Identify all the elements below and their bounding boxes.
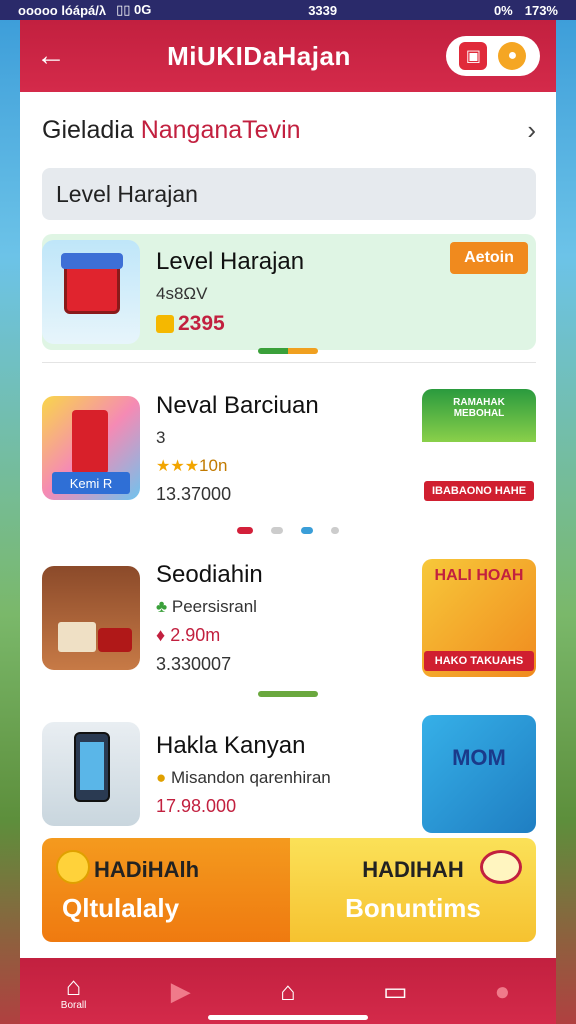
item-subtitle: 4s8ΩV bbox=[156, 284, 208, 303]
item-subtitle-text: Peersisranl bbox=[171, 597, 257, 616]
promo-label: IBABAONO HAHE bbox=[424, 481, 534, 501]
room-thumbnail bbox=[42, 566, 140, 670]
profile-icon: ● bbox=[494, 976, 511, 1006]
phone-thumbnail bbox=[42, 722, 140, 826]
promo-banner[interactable]: MOM bbox=[422, 715, 536, 833]
status-icons: ▯▯ 0G bbox=[116, 2, 152, 17]
item-subtitle: 3 bbox=[156, 427, 166, 447]
phone-icon bbox=[74, 732, 110, 802]
bonus-left-subtitle: Qltulalaly bbox=[62, 892, 180, 923]
status-bar: ooooo lóápá/λ ▯▯ 0G 3339 0% 173% bbox=[0, 0, 576, 20]
app-screen: ← MiUKIDaHajan ▣ ● Gieladia NanganaTevin… bbox=[20, 20, 556, 1024]
promo-top-text: HALI HOAH bbox=[434, 567, 524, 584]
gift-box-thumbnail bbox=[42, 240, 140, 344]
action-button[interactable]: Aetoin bbox=[450, 242, 528, 274]
bonus-right-title: HADIHAH bbox=[362, 856, 464, 882]
level-search-field[interactable]: Level Harajan bbox=[42, 168, 536, 220]
app-header: ← MiUKIDaHajan ▣ ● bbox=[20, 20, 556, 92]
tab-play[interactable]: ▶ bbox=[151, 977, 211, 1005]
item-subtitle: ● Misandon qarenhiran bbox=[156, 768, 422, 788]
red-box-icon bbox=[72, 410, 108, 474]
promo-label: HAKO TAKUAHS bbox=[424, 651, 534, 671]
item-subtitle: ♣ Peersisranl bbox=[156, 597, 422, 617]
item-subtitle-text: Misandon qarenhiran bbox=[171, 767, 331, 787]
section-header[interactable]: Gieladia NanganaTevin › bbox=[20, 92, 556, 168]
coin-icon: ● bbox=[156, 767, 167, 787]
pagination-dots bbox=[20, 525, 556, 535]
tab-house[interactable]: ⌂ bbox=[258, 977, 318, 1005]
promo-banner[interactable]: RAMAHAK MEBOHAL IBABAONO HAHE bbox=[422, 389, 536, 507]
red-box-thumbnail: Kemi R bbox=[42, 396, 140, 500]
item-name: Seodiahin bbox=[156, 561, 263, 588]
item-name: Neval Barciuan bbox=[156, 391, 319, 419]
item-price: ♦ 2.90m bbox=[156, 625, 422, 646]
promo-top-text: MOM bbox=[452, 745, 506, 770]
back-arrow-icon[interactable]: ← bbox=[36, 39, 72, 73]
table-icon bbox=[58, 622, 96, 652]
house-icon: ⌂ bbox=[280, 976, 296, 1006]
item-info: Seodiahin ♣ Peersisranl ♦ 2.90m 3.330007 bbox=[140, 561, 422, 675]
page-dot[interactable] bbox=[331, 526, 339, 534]
tag-icon: ♦ bbox=[156, 625, 166, 645]
progress-bar bbox=[258, 348, 318, 354]
item-secondary-price: 3.330007 bbox=[156, 654, 232, 674]
gift-button[interactable]: ▣ ● bbox=[445, 36, 540, 76]
item-rating: ★★★10n bbox=[156, 456, 422, 476]
bottom-tab-bar: ⌂ Borall ▶ ⌂ ▭ ● bbox=[20, 958, 556, 1024]
promo-top-text: RAMAHAK MEBOHAL bbox=[453, 397, 505, 419]
thumbnail-badge: Kemi R bbox=[52, 472, 130, 494]
chevron-right-icon[interactable]: › bbox=[527, 115, 536, 146]
eye-icon bbox=[480, 850, 522, 884]
chat-icon: ▭ bbox=[382, 976, 408, 1006]
item-price-value: 2395 bbox=[178, 312, 225, 335]
page-title: MiUKIDaHajan bbox=[167, 40, 351, 71]
item-price-value: 2.90m bbox=[170, 625, 221, 645]
list-item[interactable]: Seodiahin ♣ Peersisranl ♦ 2.90m 3.330007… bbox=[42, 553, 536, 683]
page-dot[interactable] bbox=[237, 526, 253, 534]
page-dot[interactable] bbox=[271, 526, 283, 534]
coin-icon bbox=[156, 315, 174, 334]
item-info: Neval Barciuan 3 ★★★10n 13.37000 bbox=[140, 392, 422, 505]
bonus-right-card[interactable]: HADIHAH Bonuntims bbox=[290, 838, 536, 942]
home-icon: ⌂ bbox=[65, 970, 82, 1001]
progress-bar bbox=[258, 691, 318, 697]
lock-icon: ▣ bbox=[459, 42, 488, 70]
leaf-icon: ♣ bbox=[156, 597, 168, 616]
coin-icon: ● bbox=[498, 42, 527, 70]
level-search-value: Level Harajan bbox=[56, 180, 198, 207]
page-dot[interactable] bbox=[301, 526, 313, 534]
item-price: 2395 bbox=[156, 312, 528, 336]
smiley-icon bbox=[56, 850, 90, 884]
item-price: 17.98.000 bbox=[156, 795, 237, 816]
sofa-icon bbox=[98, 628, 132, 652]
status-time: 3339 bbox=[308, 2, 338, 18]
star-rating-icon: ★★★ bbox=[156, 457, 200, 475]
list-item[interactable]: Hakla Kanyan ● Misandon qarenhiran 17.98… bbox=[42, 709, 536, 839]
play-icon: ▶ bbox=[170, 976, 191, 1006]
item-name: Hakla Kanyan bbox=[156, 731, 306, 759]
section-title-part2: NanganaTevin bbox=[140, 115, 301, 144]
list-item[interactable]: Level Harajan 4s8ΩV 2395 Aetoin bbox=[42, 234, 536, 354]
status-percent: 0% bbox=[493, 2, 513, 18]
list-item[interactable]: Kemi R Neval Barciuan 3 ★★★10n 13.37000 … bbox=[42, 383, 536, 513]
rating-text: 10n bbox=[199, 455, 228, 475]
promo-banner[interactable]: HALI HOAH HAKO TAKUAHS bbox=[422, 559, 536, 677]
divider bbox=[42, 362, 536, 363]
tab-home-label: Borall bbox=[60, 999, 87, 1011]
section-title-part1: Gieladia bbox=[42, 115, 134, 144]
battery-text: 173% bbox=[524, 2, 558, 18]
bonus-left-title: HADiHAlh bbox=[94, 856, 200, 882]
bonus-banner[interactable]: HADiHAlh Qltulalaly HADIHAH Bonuntims bbox=[42, 838, 536, 942]
home-indicator bbox=[208, 1015, 368, 1020]
bonus-left-card[interactable]: HADiHAlh Qltulalaly bbox=[42, 838, 290, 942]
bonus-right-subtitle: Bonuntims bbox=[345, 892, 481, 923]
tab-home[interactable]: ⌂ Borall bbox=[44, 972, 104, 1011]
tab-chat[interactable]: ▭ bbox=[365, 977, 425, 1005]
tab-profile[interactable]: ● bbox=[472, 977, 532, 1005]
status-left-text: ooooo lóápá/λ bbox=[18, 2, 107, 18]
gift-box-icon bbox=[61, 253, 123, 314]
item-price: 13.37000 bbox=[156, 483, 232, 504]
section-title: Gieladia NanganaTevin bbox=[42, 116, 301, 145]
item-info: Hakla Kanyan ● Misandon qarenhiran 17.98… bbox=[140, 732, 422, 817]
